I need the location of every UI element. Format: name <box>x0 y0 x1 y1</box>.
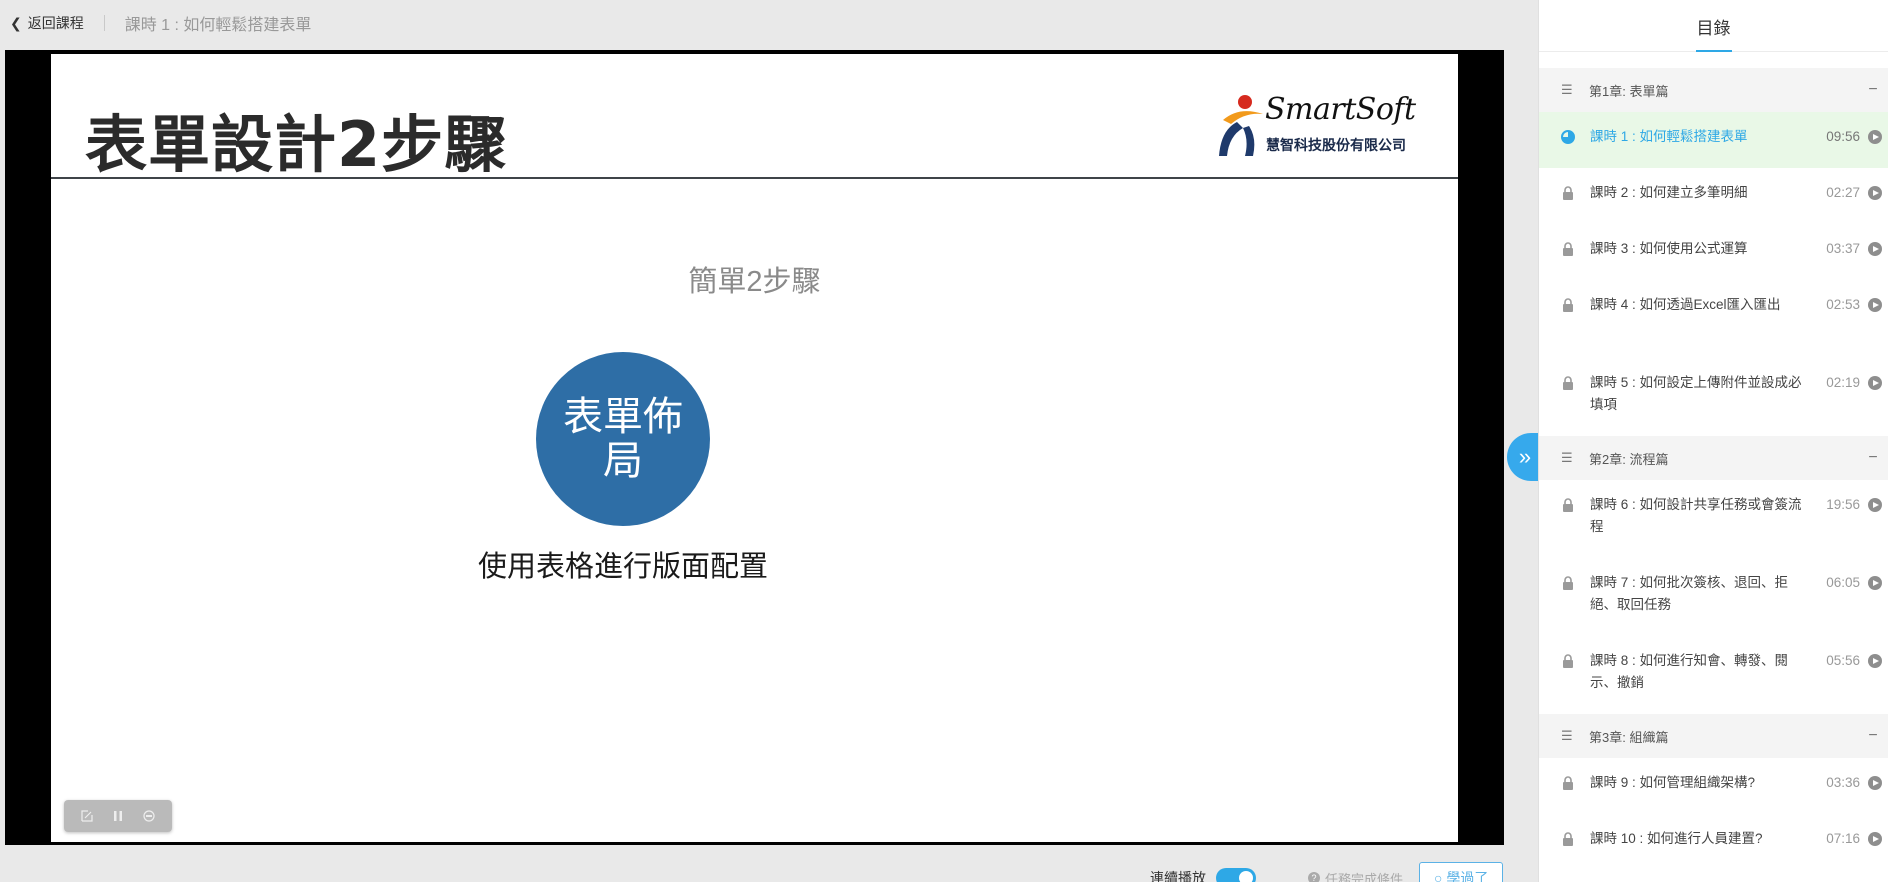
menu-icon: ☰ <box>1561 450 1573 465</box>
lesson-duration: 03:37 <box>1826 241 1860 256</box>
chapter-header[interactable]: ☰ 第1章: 表單篇 − <box>1539 68 1888 112</box>
question-icon: ? <box>1308 872 1320 882</box>
slide-title: 表單設計2步驟 <box>85 108 508 181</box>
lesson-title: 課時 1 : 如何輕鬆搭建表單 <box>124 17 312 34</box>
lesson-item[interactable]: 課時 9 : 如何管理組織架構? 03:36 <box>1539 758 1888 814</box>
play-icon[interactable] <box>1868 498 1882 512</box>
slide-content: 表單設計2步驟 SmartSoft 慧智科技股份有限公司 簡單2步驟 表單佈局 … <box>51 54 1458 842</box>
back-label: 返回課程 <box>27 15 84 31</box>
play-icon[interactable] <box>1868 654 1882 668</box>
logo-mark-icon <box>1219 95 1263 156</box>
play-icon[interactable] <box>1868 376 1882 390</box>
slide-caption: 使用表格進行版面配置 <box>477 551 768 583</box>
progress-icon <box>1561 130 1575 144</box>
logo-text: SmartSoft <box>1265 92 1416 127</box>
lock-icon <box>1563 242 1573 256</box>
lesson-item[interactable]: 課時 8 : 如何進行知會、轉發、閱示、撤銷 05:56 <box>1539 636 1888 714</box>
play-icon[interactable] <box>1868 130 1882 144</box>
play-icon[interactable] <box>1868 298 1882 312</box>
lesson-duration: 02:27 <box>1826 185 1860 200</box>
lesson-duration: 07:16 <box>1826 831 1860 846</box>
collapse-icon[interactable]: − <box>1858 449 1888 467</box>
lock-icon <box>1563 186 1573 200</box>
chapter-header[interactable]: ☰ 第3章: 組織篇 − <box>1539 714 1888 758</box>
autoplay-label: 連續播放 <box>1150 870 1206 882</box>
logo-company-name: 慧智科技股份有限公司 <box>1266 137 1406 153</box>
lesson-item[interactable]: 課時 6 : 如何設計共享任務或會簽流程 19:56 <box>1539 480 1888 558</box>
play-icon[interactable] <box>1868 576 1882 590</box>
chapter-header[interactable]: ☰ 第2章: 流程篇 − <box>1539 436 1888 480</box>
lesson-title: 課時 10 : 如何進行人員建置? <box>1590 831 1763 846</box>
lesson-item[interactable]: 課時 4 : 如何透過Excel匯入匯出 02:53 <box>1539 280 1888 358</box>
lesson-duration: 02:53 <box>1826 297 1860 312</box>
lesson-duration: 02:19 <box>1826 375 1860 390</box>
lock-icon <box>1563 576 1573 590</box>
top-bar: ❮ 返回課程 課時 1 : 如何輕鬆搭建表單 <box>0 0 1538 46</box>
lock-icon <box>1563 832 1573 846</box>
divider <box>103 15 105 31</box>
autoplay-toggle[interactable] <box>1216 868 1256 882</box>
slide-subtitle: 簡單2步驟 <box>688 266 821 298</box>
lesson-list: ☰ 第1章: 表單篇 − 課時 1 : 如何輕鬆搭建表單 09:56 課時 2 : 如何建… <box>1539 68 1888 870</box>
lesson-duration: 05:56 <box>1826 653 1860 668</box>
tab-catalog[interactable]: 目錄 <box>1697 0 1731 52</box>
lock-icon <box>1563 298 1573 312</box>
completion-condition[interactable]: ? 任務完成條件 <box>1308 869 1403 882</box>
sidebar-header: 目錄 <box>1539 0 1888 52</box>
collapse-sidebar-button[interactable]: » <box>1507 433 1539 481</box>
lesson-duration: 06:05 <box>1826 575 1860 590</box>
back-to-course-button[interactable]: ❮ 返回課程 <box>10 13 84 33</box>
lesson-title: 課時 2 : 如何建立多筆明細 <box>1590 185 1748 200</box>
lesson-item[interactable]: 課時 2 : 如何建立多筆明細 02:27 <box>1539 168 1888 224</box>
catalog-sidebar: 目錄 ☰ 第1章: 表單篇 − 課時 1 : 如何輕鬆搭建表單 09:56 課時 2 : … <box>1538 0 1888 882</box>
menu-icon: ☰ <box>1561 728 1573 743</box>
lesson-item[interactable]: 課時 7 : 如何批次簽核、退回、拒絕、取回任務 06:05 <box>1539 558 1888 636</box>
lesson-title: 課時 6 : 如何設計共享任務或會簽流程 <box>1590 497 1802 534</box>
lock-icon <box>1563 498 1573 512</box>
learned-label: 學過了 <box>1446 870 1489 882</box>
pause-icon[interactable] <box>110 808 126 824</box>
company-logo: SmartSoft 慧智科技股份有限公司 <box>1215 92 1435 158</box>
lesson-title: 課時 4 : 如何透過Excel匯入匯出 <box>1590 297 1781 312</box>
chapter-label: 第2章: 流程篇 <box>1589 451 1669 467</box>
subtitle-icon[interactable] <box>141 808 157 824</box>
slide-divider <box>51 177 1458 179</box>
step-circle: 表單佈局 <box>536 352 710 526</box>
learned-button[interactable]: ○ 學過了 <box>1419 862 1504 882</box>
lesson-item[interactable]: 課時 3 : 如何使用公式運算 03:37 <box>1539 224 1888 280</box>
lesson-title: 課時 5 : 如何設定上傳附件並設成必填項 <box>1590 375 1802 412</box>
collapse-icon[interactable]: − <box>1858 81 1888 99</box>
edit-icon[interactable] <box>79 808 95 824</box>
lesson-title: 課時 7 : 如何批次簽核、退回、拒絕、取回任務 <box>1590 575 1789 612</box>
lesson-title: 課時 1 : 如何輕鬆搭建表單 <box>1590 129 1748 144</box>
lock-icon <box>1563 776 1573 790</box>
condition-label: 任務完成條件 <box>1325 871 1404 882</box>
double-chevron-right-icon: » <box>1518 444 1532 469</box>
bottom-bar: 連續播放 ? 任務完成條件 ○ 學過了 <box>1150 862 1504 882</box>
lesson-title: 課時 3 : 如何使用公式運算 <box>1590 241 1748 256</box>
chapter-label: 第1章: 表單篇 <box>1589 83 1669 99</box>
lesson-item[interactable]: 課時 10 : 如何進行人員建置? 07:16 <box>1539 814 1888 870</box>
play-icon[interactable] <box>1868 776 1882 790</box>
lesson-item[interactable]: 課時 5 : 如何設定上傳附件並設成必填項 02:19 <box>1539 358 1888 436</box>
chapter-label: 第3章: 組織篇 <box>1589 729 1669 745</box>
collapse-icon[interactable]: − <box>1858 727 1888 745</box>
play-icon[interactable] <box>1868 242 1882 256</box>
lock-icon <box>1563 654 1573 668</box>
lock-icon <box>1563 376 1573 390</box>
circle-icon: ○ <box>1434 870 1447 882</box>
lesson-title: 課時 8 : 如何進行知會、轉發、閱示、撤銷 <box>1590 653 1789 690</box>
play-icon[interactable] <box>1868 832 1882 846</box>
player-control-bar <box>64 800 172 832</box>
lesson-duration: 09:56 <box>1826 129 1860 144</box>
lesson-item[interactable]: 課時 1 : 如何輕鬆搭建表單 09:56 <box>1539 112 1888 168</box>
chevron-left-icon: ❮ <box>10 15 22 31</box>
lesson-title: 課時 9 : 如何管理組織架構? <box>1590 775 1756 790</box>
play-icon[interactable] <box>1868 186 1882 200</box>
video-player[interactable]: 表單設計2步驟 SmartSoft 慧智科技股份有限公司 簡單2步驟 表單佈局 … <box>5 50 1504 845</box>
menu-icon: ☰ <box>1561 82 1573 97</box>
lesson-duration: 03:36 <box>1826 775 1860 790</box>
lesson-duration: 19:56 <box>1826 497 1860 512</box>
